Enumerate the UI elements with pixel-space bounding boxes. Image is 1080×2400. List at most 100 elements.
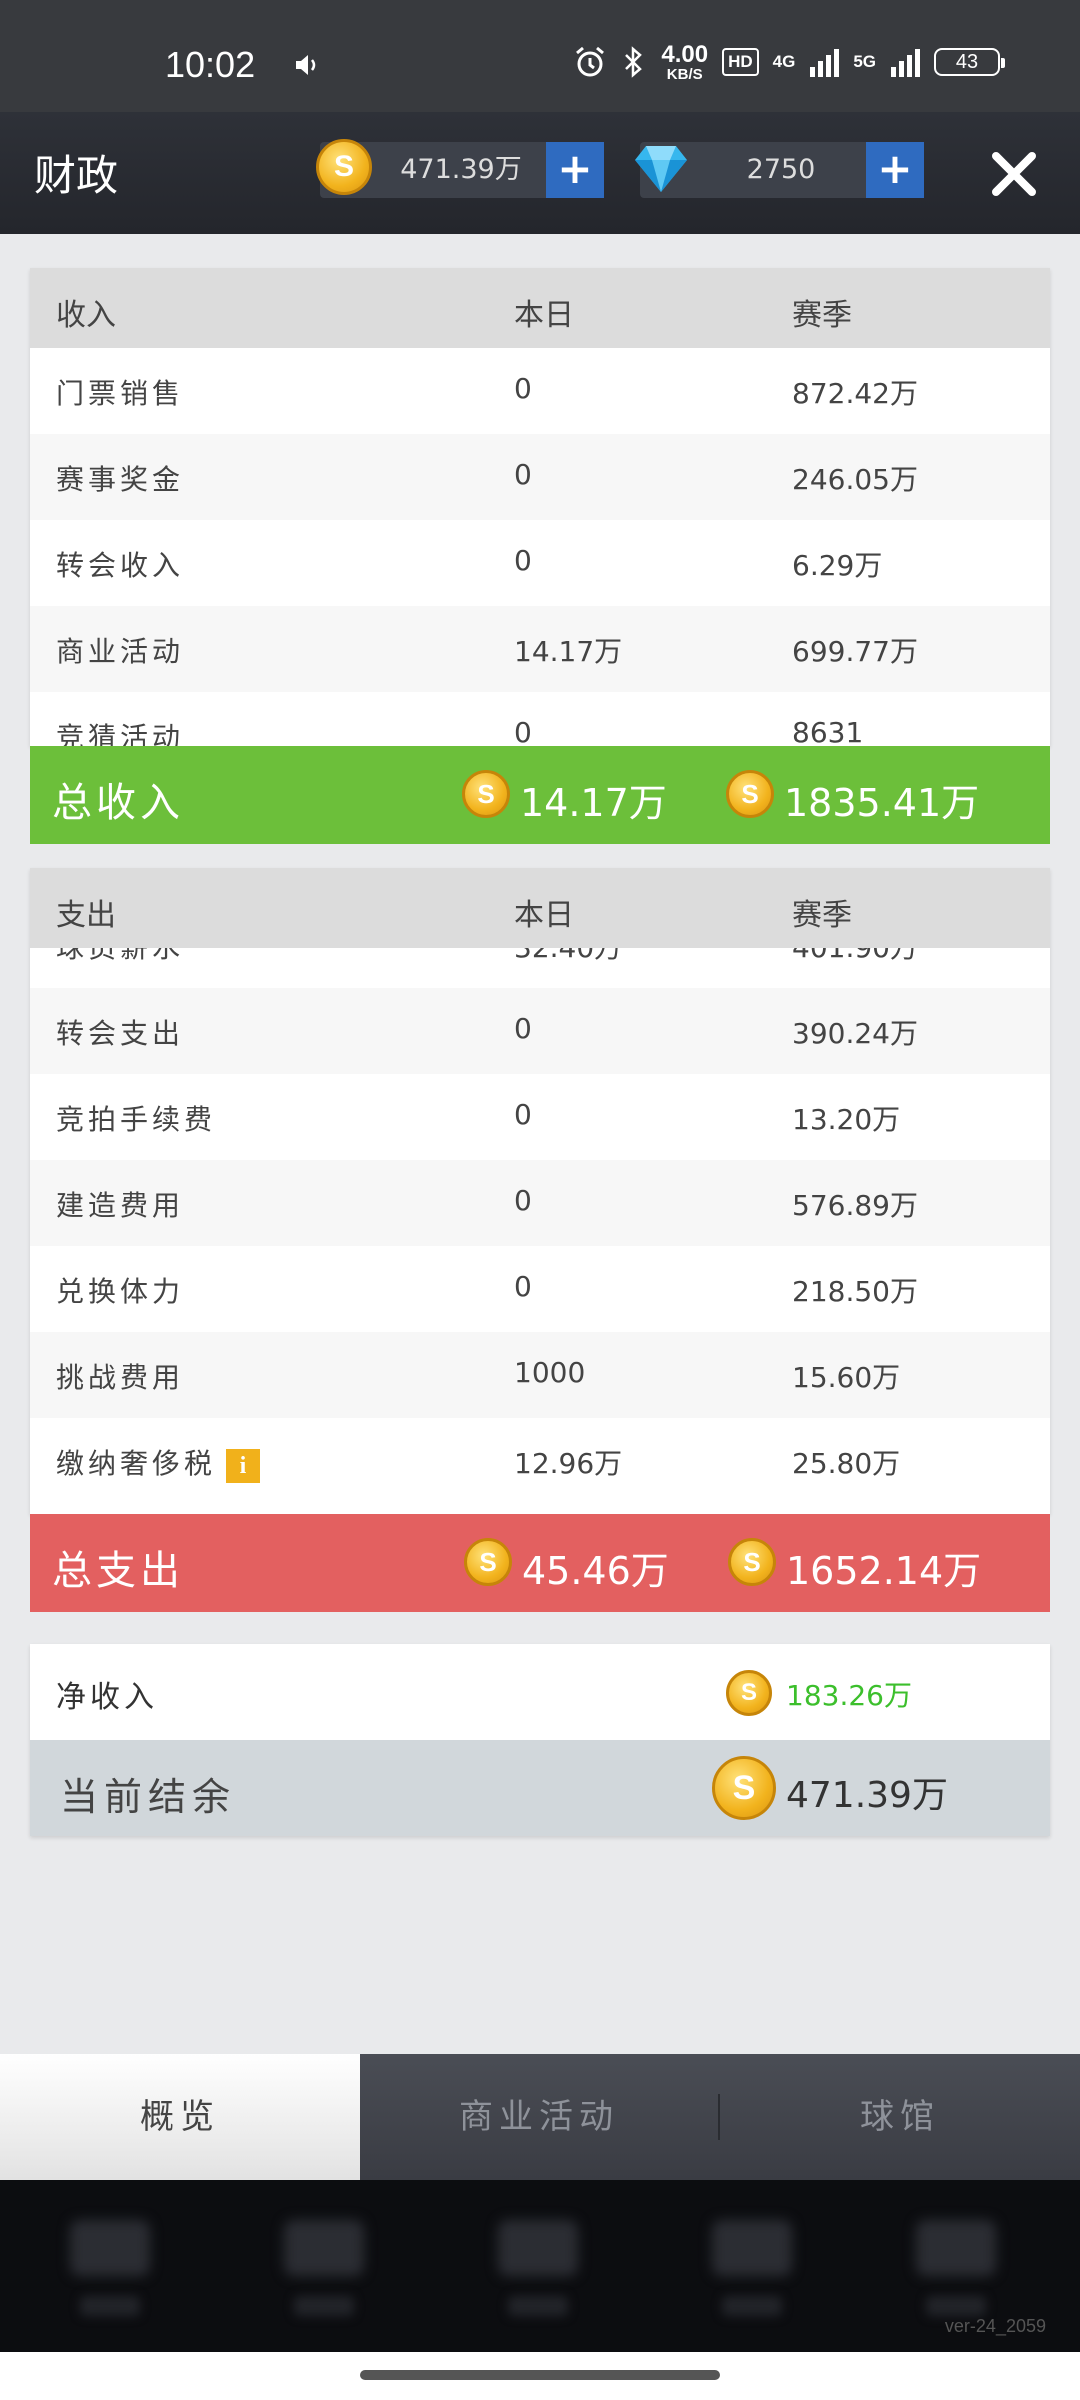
blurred-nav-icon xyxy=(70,2220,150,2276)
table-row: 转会收入 0 6.29万 xyxy=(30,520,1050,606)
row-season: 25.80万 xyxy=(792,1447,901,1480)
row-season: 576.89万 xyxy=(792,1189,918,1222)
speed-value: 4.00 xyxy=(661,40,709,68)
coin-icon: S xyxy=(316,139,372,195)
table-row: 商业活动 14.17万 699.77万 xyxy=(30,606,1050,692)
blurred-bottom-nav: ver-24_2059 xyxy=(0,2180,1080,2352)
status-time: 10:02 xyxy=(165,44,256,85)
blurred-nav-label xyxy=(926,2296,986,2316)
row-today: 0 xyxy=(514,1098,532,1131)
blurred-nav-label xyxy=(508,2296,568,2316)
info-icon[interactable]: i xyxy=(226,1448,261,1483)
network-5g-label: 5G xyxy=(853,52,876,71)
row-season: 699.77万 xyxy=(792,635,918,668)
row-today: 14.17万 xyxy=(514,635,623,668)
bluetooth-icon xyxy=(625,46,643,78)
close-icon[interactable] xyxy=(988,148,1040,200)
row-season: 13.20万 xyxy=(792,1103,901,1136)
add-gems-button[interactable]: + xyxy=(866,142,924,198)
blurred-nav-label xyxy=(294,2296,354,2316)
row-label: 门票销售 xyxy=(56,377,185,410)
luxury-tax-label: 缴纳奢侈税 xyxy=(56,1447,217,1480)
gem-balance-value: 2750 xyxy=(746,154,816,185)
system-nav-area xyxy=(0,2352,1080,2400)
row-label: 兑换体力 xyxy=(56,1275,185,1308)
table-row: 竞拍手续费 0 13.20万 xyxy=(30,1074,1050,1160)
expense-table-header: 支出 本日 赛季 xyxy=(30,868,1050,948)
income-total-today: 14.17万 xyxy=(520,781,667,825)
row-season: 8631 xyxy=(792,716,864,746)
row-season: 15.60万 xyxy=(792,1361,901,1394)
row-today: 0 xyxy=(514,458,532,491)
status-bar: 10:02 4.00 KB/S HD 4G 5G 43 xyxy=(0,0,1080,112)
table-row: 赛事奖金 0 246.05万 xyxy=(30,434,1050,520)
coin-icon: S xyxy=(728,1538,776,1586)
signal-5g-icon xyxy=(891,49,920,77)
row-season: 390.24万 xyxy=(792,1017,918,1050)
row-today: 1000 xyxy=(514,1356,586,1389)
row-label: 商业活动 xyxy=(56,635,185,668)
income-total-bar: 总收入 S 14.17万 S 1835.41万 xyxy=(30,746,1050,844)
expense-col-today: 本日 xyxy=(514,898,574,933)
network-speed: 4.00 KB/S xyxy=(661,40,709,83)
page-title: 财政 xyxy=(34,151,119,200)
coin-icon: S xyxy=(726,1670,772,1716)
income-col-label: 收入 xyxy=(56,298,116,333)
tab-business[interactable]: 商业活动 xyxy=(360,2054,718,2180)
expense-col-season: 赛季 xyxy=(792,898,852,933)
expense-total-today: 45.46万 xyxy=(522,1549,669,1593)
row-season: 246.05万 xyxy=(792,463,918,496)
expense-total-bar: 总支出 S 45.46万 S 1652.14万 xyxy=(30,1514,1050,1612)
row-label: 挑战费用 xyxy=(56,1361,185,1394)
table-row: 门票销售 0 872.42万 xyxy=(30,348,1050,434)
tab-arena[interactable]: 球馆 xyxy=(720,2054,1080,2180)
status-icons: 4.00 KB/S HD 4G 5G 43 xyxy=(573,40,1005,83)
income-rows-scroll[interactable]: 门票销售 0 872.42万 赛事奖金 0 246.05万 转会收入 0 6.2… xyxy=(30,348,1050,746)
table-row: 挑战费用 1000 15.60万 xyxy=(30,1332,1050,1418)
bottom-tab-bar: 概览 商业活动 球馆 xyxy=(0,2054,1080,2180)
blurred-nav-icon xyxy=(916,2220,996,2276)
coin-balance-value: 471.39万 xyxy=(400,154,522,185)
coin-icon: S xyxy=(462,770,510,818)
hd-badge: HD xyxy=(722,48,759,76)
row-label: 建造费用 xyxy=(56,1189,185,1222)
row-season: 401.90万 xyxy=(792,948,918,966)
add-coins-button[interactable]: + xyxy=(546,142,604,198)
expense-total-season: 1652.14万 xyxy=(786,1549,982,1593)
alarm-icon xyxy=(576,46,605,77)
signal-4g-icon xyxy=(810,49,840,77)
row-label: 转会收入 xyxy=(56,549,185,582)
net-income-value: 183.26万 xyxy=(786,1679,912,1712)
current-balance-value: 471.39万 xyxy=(786,1775,948,1816)
expense-table: 支出 本日 赛季 球员薪水 32.40万 401.90万 转会支出 0 390.… xyxy=(30,868,1050,1514)
table-row: 竞猜活动 0 8631 xyxy=(30,692,1050,746)
current-balance-row: 当前结余 S 471.39万 xyxy=(30,1740,1050,1836)
income-col-today: 本日 xyxy=(514,298,574,333)
row-today: 32.40万 xyxy=(514,948,622,966)
row-label: 缴纳奢侈税 i xyxy=(56,1442,261,1483)
row-label: 球员薪水 xyxy=(56,948,184,966)
version-label: ver-24_2059 xyxy=(944,2316,1046,2336)
network-4g-label: 4G xyxy=(772,52,796,71)
row-season: 218.50万 xyxy=(792,1275,918,1308)
finance-header: 财政 471.39万 + S 2750 + xyxy=(0,112,1080,234)
income-total-season: 1835.41万 xyxy=(784,781,980,825)
expense-rows-scroll[interactable]: 球员薪水 32.40万 401.90万 转会支出 0 390.24万 竞拍手续费… xyxy=(30,948,1050,1514)
coin-icon: S xyxy=(464,1538,512,1586)
income-table-header: 收入 本日 赛季 xyxy=(30,268,1050,348)
row-today: 12.96万 xyxy=(514,1447,623,1480)
current-balance-label: 当前结余 xyxy=(60,1775,237,1819)
speed-unit: KB/S xyxy=(666,65,703,83)
row-today: 0 xyxy=(514,1270,532,1303)
table-row: 转会支出 0 390.24万 xyxy=(30,988,1050,1074)
net-income-row: 净收入 S 183.26万 xyxy=(30,1644,1050,1740)
home-gesture-handle[interactable] xyxy=(360,2370,720,2380)
income-col-season: 赛季 xyxy=(792,298,852,333)
row-today: 0 xyxy=(514,372,532,405)
expense-total-label: 总支出 xyxy=(52,1548,184,1594)
net-income-label: 净收入 xyxy=(56,1680,158,1715)
row-today: 0 xyxy=(514,544,532,577)
income-table: 收入 本日 赛季 门票销售 0 872.42万 赛事奖金 0 246.05万 转… xyxy=(30,268,1050,746)
table-row: 球员薪水 32.40万 401.90万 xyxy=(30,948,1050,988)
tab-overview[interactable]: 概览 xyxy=(0,2054,360,2180)
